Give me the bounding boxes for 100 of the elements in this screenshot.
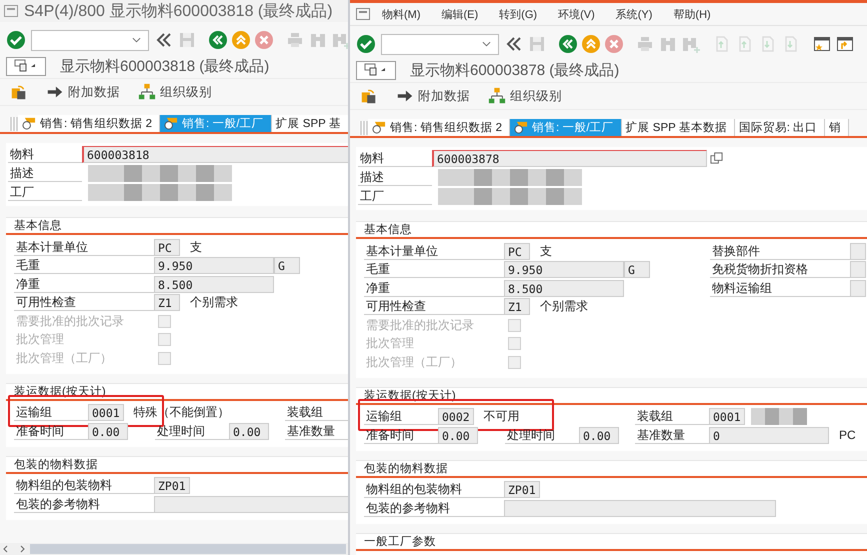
check-icon[interactable] bbox=[6, 30, 26, 50]
section-title: 基本信息 bbox=[6, 218, 348, 235]
input-field[interactable]: 8.500 bbox=[154, 276, 274, 292]
field-description: 个别需求 bbox=[540, 298, 588, 315]
input-field[interactable]: 0001 bbox=[88, 404, 124, 421]
tab[interactable]: 国际贸易: 出口 bbox=[734, 119, 826, 136]
command-field[interactable] bbox=[381, 34, 499, 54]
input-field[interactable]: 0.00 bbox=[579, 426, 619, 444]
field-label: 批次管理 bbox=[15, 331, 65, 348]
check-icon[interactable] bbox=[356, 34, 376, 54]
input-field[interactable]: 0001 bbox=[709, 408, 745, 425]
back-icon[interactable] bbox=[208, 30, 228, 50]
switch-view-icon[interactable] bbox=[10, 83, 28, 101]
input-field[interactable] bbox=[154, 496, 348, 512]
input-field[interactable]: Z1 bbox=[504, 298, 530, 315]
menu-item[interactable]: 帮助(H) bbox=[663, 6, 722, 22]
horizontal-scrollbar[interactable] bbox=[0, 543, 348, 555]
field-label: 工厂 bbox=[8, 184, 82, 200]
input-field[interactable]: PC bbox=[154, 238, 180, 256]
input-field[interactable]: G bbox=[274, 257, 300, 274]
tab[interactable]: 销售: 销售组织数据 2 bbox=[18, 115, 160, 132]
material-field[interactable]: 600003878 bbox=[432, 150, 707, 166]
menu-item[interactable]: 环境(V) bbox=[548, 6, 606, 22]
caret-icon[interactable] bbox=[482, 40, 491, 46]
field-description: 个别需求 bbox=[190, 294, 238, 311]
input-field[interactable]: 0.00 bbox=[229, 422, 269, 440]
flag-icon bbox=[514, 121, 529, 134]
up-icon[interactable] bbox=[231, 30, 251, 50]
switch-view-icon[interactable] bbox=[360, 87, 378, 105]
field-label: 描述 bbox=[358, 168, 432, 186]
tab-list-icon[interactable] bbox=[10, 115, 18, 131]
input-field[interactable] bbox=[850, 242, 866, 260]
tab[interactable]: 扩展 SPP 基本数据 bbox=[622, 119, 735, 136]
window-title: S4P(4)/800 显示物料600003818 (最终成品) bbox=[24, 2, 333, 22]
field-label: 工厂 bbox=[358, 188, 432, 204]
input-field[interactable]: 8.500 bbox=[504, 280, 624, 296]
field-description: PC bbox=[839, 428, 856, 442]
input-field[interactable]: 0 bbox=[709, 426, 829, 444]
layout-icon bbox=[14, 59, 38, 73]
input-field[interactable]: PC bbox=[504, 242, 530, 260]
field-label: 需要批准的批次记录 bbox=[365, 316, 475, 334]
menu-item[interactable]: 物料(M) bbox=[372, 6, 432, 22]
window-icon[interactable] bbox=[812, 34, 832, 54]
org-levels-button[interactable]: 组织级别 bbox=[488, 87, 562, 105]
caret-icon[interactable] bbox=[132, 36, 141, 42]
cancel-icon[interactable] bbox=[604, 34, 624, 54]
tab[interactable]: 销 bbox=[825, 119, 850, 136]
input-field[interactable]: 9.950 bbox=[154, 257, 274, 274]
field-label: 批次管理（工厂） bbox=[15, 350, 113, 366]
menu-item[interactable]: 系统(Y) bbox=[606, 6, 664, 22]
org-levels-button[interactable]: 组织级别 bbox=[138, 83, 212, 101]
input-field[interactable]: G bbox=[624, 261, 650, 278]
layout-icon bbox=[364, 63, 388, 77]
flag-icon bbox=[164, 117, 179, 130]
hierarchy-icon bbox=[138, 83, 156, 101]
layout-button[interactable] bbox=[356, 60, 396, 80]
input-field[interactable]: ZP01 bbox=[504, 481, 540, 498]
tab[interactable]: 销售: 销售组织数据 2 bbox=[368, 119, 510, 136]
back-icon[interactable] bbox=[558, 34, 578, 54]
command-field[interactable] bbox=[31, 30, 149, 50]
field-description: 支 bbox=[540, 242, 552, 260]
flag-icon bbox=[22, 117, 37, 130]
input-field[interactable] bbox=[850, 261, 866, 278]
menu-icon[interactable] bbox=[356, 8, 370, 20]
input-field[interactable]: 9.950 bbox=[504, 261, 624, 278]
field-description: 不可用 bbox=[484, 408, 520, 425]
menu-icon[interactable] bbox=[4, 5, 18, 17]
input-field[interactable] bbox=[850, 280, 866, 296]
field-label: 需要批准的批次记录 bbox=[15, 312, 125, 330]
screen-title: 显示物料600003878 (最终成品) bbox=[410, 60, 620, 80]
input-field[interactable]: 0002 bbox=[438, 408, 474, 425]
menu-item[interactable]: 编辑(E) bbox=[432, 6, 490, 22]
print-icon[interactable] bbox=[635, 34, 655, 54]
input-field[interactable]: Z1 bbox=[154, 294, 180, 311]
field-label: 批次管理（工厂） bbox=[365, 354, 463, 370]
tab[interactable]: 扩展 SPP 基 bbox=[272, 115, 348, 132]
section-title: 包装的物料数据 bbox=[356, 460, 867, 478]
field-description: 特殊（不能倒置） bbox=[134, 404, 230, 421]
additional-data-button[interactable]: 附加数据 bbox=[396, 87, 470, 105]
screen-title: 显示物料600003818 (最终成品) bbox=[60, 56, 270, 76]
input-field[interactable]: 0.00 bbox=[88, 422, 128, 440]
tab-list-icon[interactable] bbox=[360, 119, 368, 135]
window-icon[interactable] bbox=[835, 34, 855, 54]
field-description: 支 bbox=[190, 238, 202, 256]
flag-icon bbox=[372, 121, 387, 134]
hierarchy-icon bbox=[488, 87, 506, 105]
layout-button[interactable] bbox=[6, 56, 46, 76]
input-field[interactable] bbox=[504, 500, 776, 516]
input-field[interactable]: 0.00 bbox=[438, 426, 478, 444]
up-icon[interactable] bbox=[581, 34, 601, 54]
material-field[interactable]: 600003818 bbox=[82, 146, 348, 162]
section-title: 包装的物料数据 bbox=[6, 456, 348, 474]
input-field[interactable]: ZP01 bbox=[154, 477, 190, 494]
menu-item[interactable]: 转到(G) bbox=[489, 6, 548, 22]
field-label: 批次管理 bbox=[365, 335, 415, 352]
cancel-icon[interactable] bbox=[254, 30, 274, 50]
print-icon[interactable] bbox=[285, 30, 305, 50]
additional-data-button[interactable]: 附加数据 bbox=[46, 83, 120, 101]
field-label: 描述 bbox=[8, 164, 82, 182]
copy-icon[interactable] bbox=[710, 152, 723, 164]
